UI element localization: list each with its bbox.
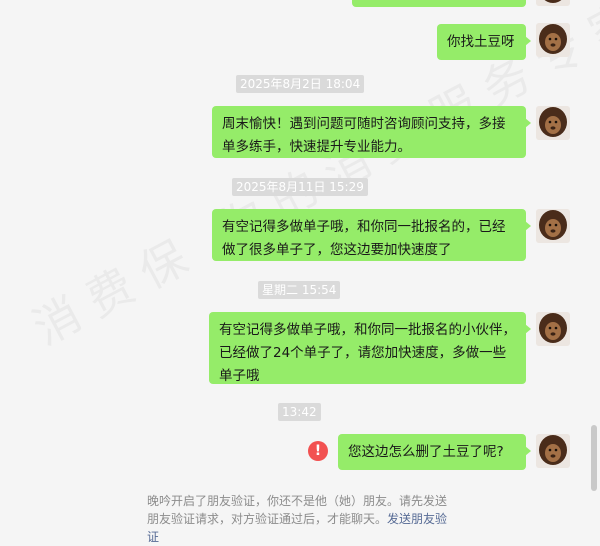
timestamp: 13:42 (278, 403, 321, 421)
lion-avatar-icon (536, 434, 570, 468)
chat-bubble-sent[interactable]: 有空记得多做单子哦，和你同一批报名的小伙伴，已经做了24个单子了，请您加快速度，… (209, 312, 531, 384)
send-failed-icon[interactable]: ! (308, 441, 328, 461)
lion-avatar-icon (536, 0, 570, 6)
lion-avatar-icon (536, 312, 570, 346)
lion-avatar-icon (536, 209, 570, 243)
lion-avatar-icon (536, 23, 570, 57)
scrollbar[interactable] (591, 425, 597, 491)
avatar[interactable] (536, 209, 570, 243)
avatar[interactable] (536, 434, 570, 468)
chat-bubble-sent[interactable]: 周末愉快！遇到问题可随时咨询顾问支持，多接单多练手，快速提升专业能力。 (212, 106, 531, 158)
avatar[interactable] (536, 312, 570, 346)
avatar[interactable] (536, 23, 570, 57)
chat-bubble-sent[interactable]: 你找土豆呀 (437, 24, 531, 60)
friend-verification-notice: 晚吟开启了朋友验证，你还不是他（她）朋友。请先发送朋友验证请求，对方验证通过后，… (147, 492, 457, 546)
timestamp: 星期二 15:54 (258, 281, 341, 299)
timestamp: 2025年8月11日 15:29 (232, 178, 368, 196)
avatar[interactable] (536, 0, 570, 6)
chat-bubble-sent[interactable]: 您这边怎么删了土豆了呢? (338, 434, 531, 470)
chat-bubble-sent[interactable]: 有空记得多做单子哦，和你同一批报名的，已经做了很多单子了，您这边要加快速度了 (212, 209, 531, 261)
timestamp: 2025年8月2日 18:04 (236, 75, 365, 93)
chat-bubble-sent[interactable] (352, 0, 526, 7)
lion-avatar-icon (536, 106, 570, 140)
chat-message-area: 消费保 你的消费服务专家 你找土豆呀 2025年8月2日 18:04 周末愉快！… (0, 0, 600, 544)
avatar[interactable] (536, 106, 570, 140)
